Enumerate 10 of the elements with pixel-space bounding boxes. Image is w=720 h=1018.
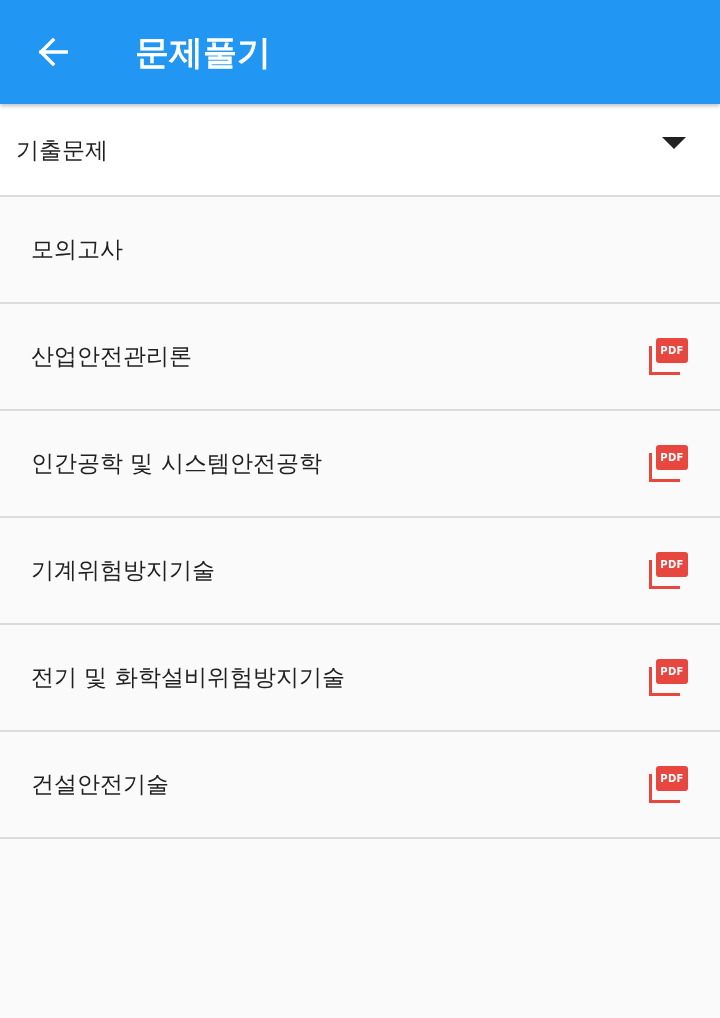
caret-icon (662, 136, 686, 149)
exam-type-dropdown[interactable]: 기출문제 (0, 104, 720, 197)
screen-title: 문제풀기 (135, 31, 271, 73)
subject-list-item[interactable]: 인간공학 및 시스템안전공학 PDF (0, 411, 720, 518)
subject-list-item[interactable]: 건설안전기술 PDF (0, 732, 720, 839)
subject-list-item[interactable]: 산업안전관리론 PDF (0, 304, 720, 411)
subject-list-item[interactable]: 기계위험방지기술 PDF (0, 518, 720, 625)
back-arrow-icon (38, 38, 68, 66)
subject-list-item[interactable]: 모의고사 (0, 197, 720, 304)
subject-list-item[interactable]: 전기 및 화학설비위험방지기술 PDF (0, 625, 720, 732)
